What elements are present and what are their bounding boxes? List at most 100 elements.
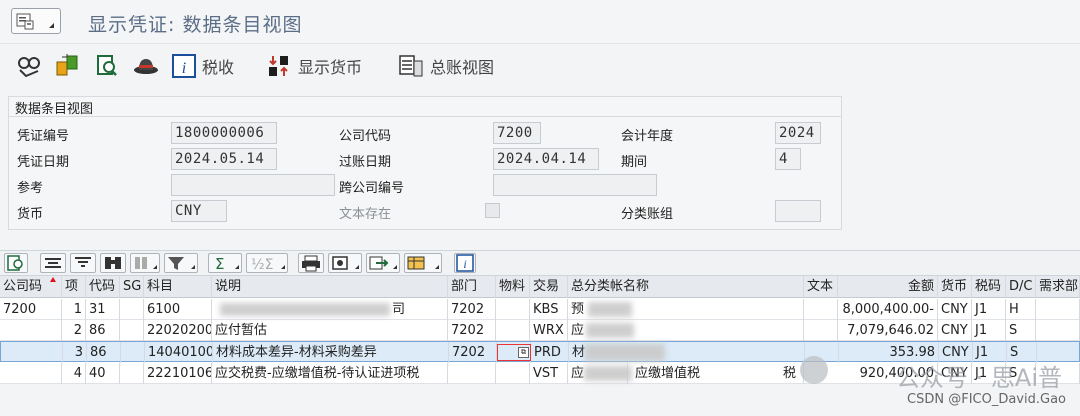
company-code-field[interactable]: 7200 bbox=[493, 122, 541, 144]
cross-company-field[interactable] bbox=[493, 174, 657, 196]
cell-tax-code: J1 bbox=[972, 320, 1006, 341]
dropdown-triangle-icon bbox=[191, 265, 195, 269]
details-button[interactable] bbox=[4, 253, 28, 273]
find-next-button[interactable] bbox=[130, 253, 160, 273]
currency-field[interactable]: CNY bbox=[171, 200, 227, 222]
subtotal-icon: ½Σ bbox=[251, 257, 273, 273]
cell-item: 4 bbox=[62, 363, 86, 384]
col-currency[interactable]: 货币 bbox=[938, 276, 972, 298]
dropdown-triangle-icon bbox=[435, 265, 439, 269]
cell-description: 应付暂估 bbox=[212, 320, 448, 341]
document-overview-button[interactable] bbox=[94, 52, 120, 80]
cell-dept: 7202 bbox=[448, 320, 496, 341]
col-posting-key[interactable]: 代码 bbox=[86, 276, 120, 298]
change-display-button[interactable] bbox=[54, 52, 80, 80]
group-title: 数据条目视图 bbox=[15, 102, 94, 117]
col-account[interactable]: 科目 bbox=[144, 276, 212, 298]
col-material[interactable]: 物料 bbox=[496, 276, 530, 298]
col-demand[interactable]: 需求部 bbox=[1036, 276, 1080, 298]
export-button[interactable] bbox=[366, 253, 400, 273]
cell-account: 14040100 bbox=[145, 342, 213, 363]
subtotal-button[interactable]: ½Σ bbox=[246, 253, 288, 273]
table-row[interactable]: 7200 1 31 6100 司 7202 KBS 预 8,000,400.00… bbox=[0, 299, 1080, 320]
currency-label: 货币 bbox=[17, 207, 44, 222]
cell-account: 22020200 bbox=[144, 320, 212, 341]
data-entry-view-group: 数据条目视图 凭证编号 1800000006 公司代码 7200 会计年度 20… bbox=[8, 96, 842, 230]
material-input-focus[interactable]: ⧉ bbox=[497, 344, 531, 361]
find-button[interactable] bbox=[100, 253, 126, 273]
filter-button[interactable] bbox=[164, 253, 198, 273]
value-help-icon[interactable]: ⧉ bbox=[518, 347, 529, 358]
sort-ascending-button[interactable] bbox=[40, 253, 66, 273]
grid-header: 公司码 项 代码 SG 科目 说明 部门 物料 交易 总分类帐名称 文本 金额 … bbox=[0, 276, 1080, 298]
period-field[interactable]: 4 bbox=[775, 148, 801, 170]
gl-view-label: 总账视图 bbox=[430, 58, 495, 77]
cell-dc: H bbox=[1006, 299, 1036, 320]
info-icon: i bbox=[172, 54, 196, 78]
gl-view-button[interactable]: 总账视图 bbox=[398, 52, 494, 80]
col-item[interactable]: 项 bbox=[62, 276, 86, 298]
cell-sg bbox=[120, 299, 144, 320]
watermark-brand: 公众号 · 思Ai普 bbox=[896, 364, 1062, 392]
col-amount[interactable]: 金额 bbox=[838, 276, 938, 298]
detail-icon bbox=[7, 255, 23, 271]
redacted-blur bbox=[584, 366, 632, 381]
cell-company-code bbox=[0, 320, 62, 341]
layout-button[interactable] bbox=[404, 253, 442, 273]
fiscal-year-label: 会计年度 bbox=[621, 129, 674, 144]
total-button[interactable]: Σ bbox=[208, 253, 242, 273]
cell-item: 2 bbox=[62, 320, 86, 341]
dropdown-triangle-icon bbox=[393, 265, 397, 269]
col-dc[interactable]: D/C bbox=[1006, 276, 1036, 298]
display-document-button[interactable] bbox=[16, 52, 42, 80]
cell-demand bbox=[1036, 299, 1080, 320]
table-row[interactable]: 2 86 22020200 应付暂估 7202 WRX 应 7,079,646.… bbox=[0, 320, 1080, 341]
posting-date-field[interactable]: 2024.04.14 bbox=[493, 148, 599, 170]
cell-transaction: KBS bbox=[530, 299, 568, 320]
info-button[interactable]: i bbox=[454, 253, 476, 273]
doc-date-field[interactable]: 2024.05.14 bbox=[171, 148, 277, 170]
cell-dept: 7202 bbox=[448, 299, 496, 320]
period-label: 期间 bbox=[621, 155, 648, 170]
cell-tax-code: J1 bbox=[972, 299, 1006, 320]
fiscal-year-field[interactable]: 2024 bbox=[775, 122, 821, 144]
hat-button[interactable] bbox=[132, 52, 160, 80]
col-description[interactable]: 说明 bbox=[212, 276, 448, 298]
col-dept[interactable]: 部门 bbox=[448, 276, 496, 298]
tax-button[interactable]: i 税收 bbox=[172, 52, 234, 80]
col-tax-code[interactable]: 税码 bbox=[972, 276, 1006, 298]
cell-sg bbox=[120, 320, 144, 341]
tax-button-label: 税收 bbox=[202, 58, 235, 77]
col-gl-name[interactable]: 总分类帐名称 bbox=[568, 276, 804, 298]
cell-sg bbox=[121, 342, 145, 363]
redacted-blur bbox=[585, 344, 665, 361]
display-currency-button[interactable]: 显示货币 bbox=[266, 52, 362, 80]
ledger-group-field[interactable] bbox=[775, 200, 821, 222]
cell-material bbox=[496, 320, 530, 341]
col-transaction[interactable]: 交易 bbox=[530, 276, 568, 298]
system-menu-button[interactable] bbox=[11, 8, 61, 34]
sort-descending-button[interactable] bbox=[70, 253, 96, 273]
col-text[interactable]: 文本 bbox=[804, 276, 838, 298]
cross-company-label: 跨公司编号 bbox=[339, 181, 405, 196]
col-sg[interactable]: SG bbox=[120, 276, 144, 298]
doc-no-label: 凭证编号 bbox=[17, 129, 70, 144]
cell-posting-key: 31 bbox=[86, 299, 120, 320]
dropdown-triangle-icon bbox=[355, 265, 359, 269]
reference-field[interactable] bbox=[171, 174, 335, 196]
grid-toolbar: Σ ½Σ i bbox=[0, 250, 1080, 276]
views-button[interactable] bbox=[328, 253, 362, 273]
doc-no-field[interactable]: 1800000006 bbox=[171, 122, 277, 144]
cell-transaction: VST bbox=[530, 363, 568, 384]
title-bar: 显示凭证: 数据条目视图 bbox=[0, 0, 1080, 44]
cell-company-code bbox=[1, 342, 63, 363]
cell-posting-key: 86 bbox=[86, 320, 120, 341]
sort-ascending-icon bbox=[45, 258, 61, 268]
print-button[interactable] bbox=[298, 253, 324, 273]
cell-company-code: 7200 bbox=[0, 299, 62, 320]
cell-material bbox=[496, 299, 530, 320]
redacted-blur bbox=[586, 323, 634, 338]
sigma-icon: Σ bbox=[215, 255, 224, 273]
text-exists-checkbox[interactable] bbox=[485, 203, 500, 218]
switch-icon bbox=[56, 54, 78, 76]
